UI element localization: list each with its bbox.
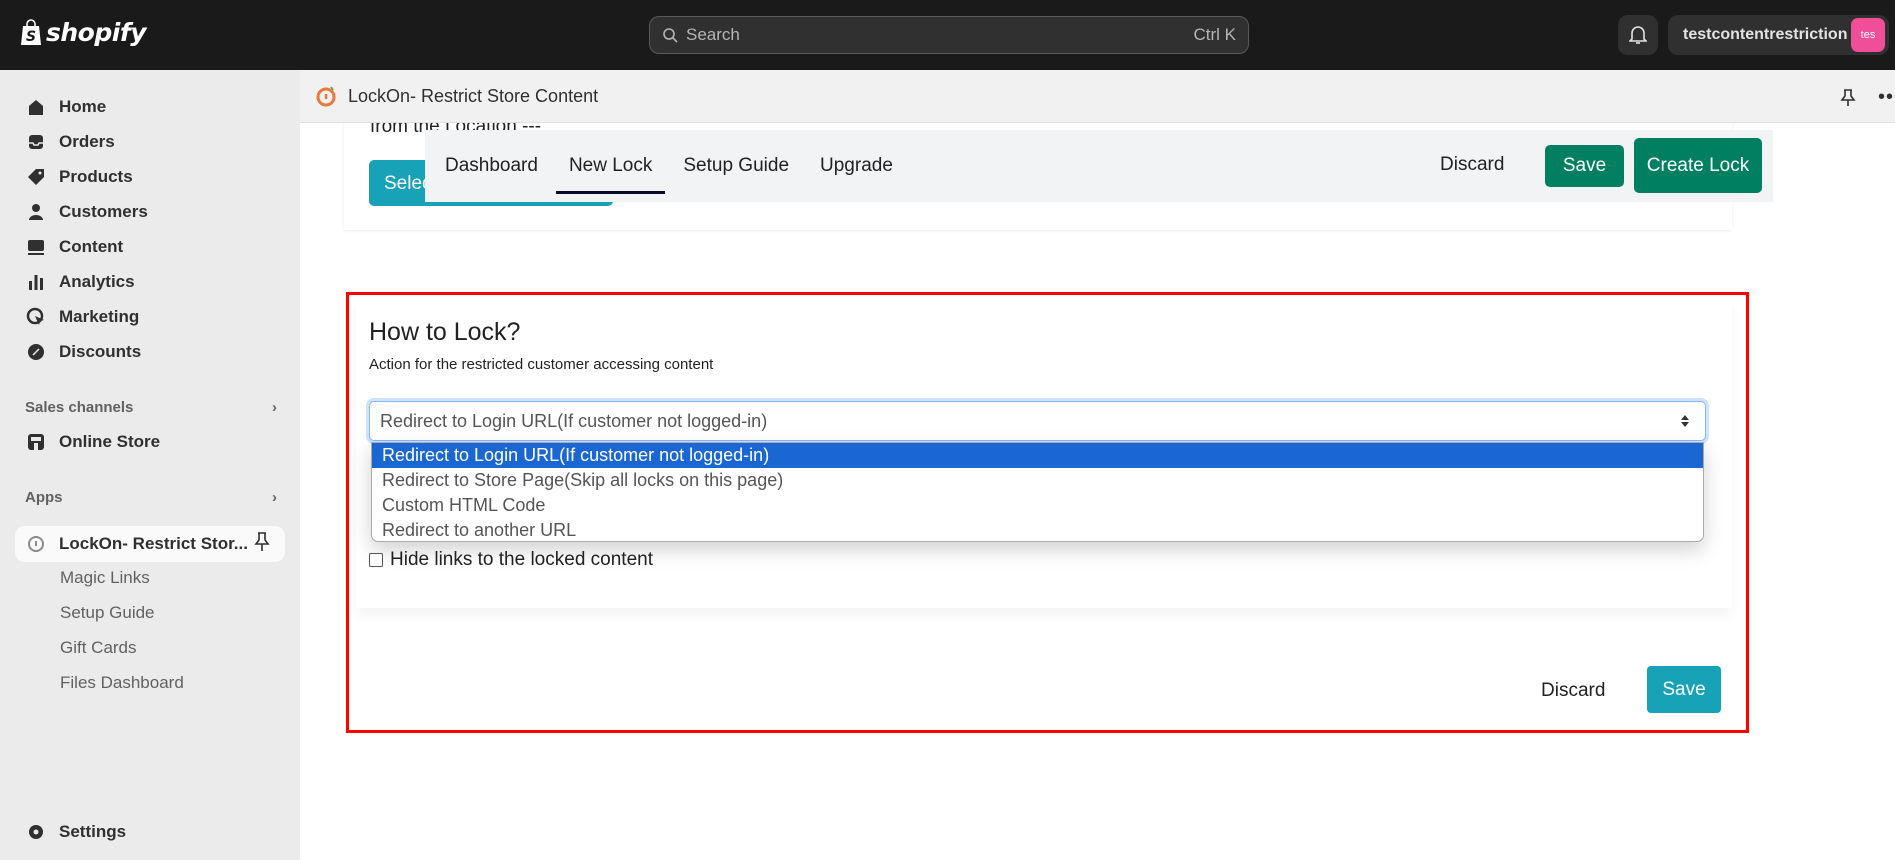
person-icon <box>29 204 43 220</box>
header-actions: ••• <box>1840 86 1895 109</box>
sidebar-item-label: Orders <box>59 132 115 151</box>
search-icon <box>663 28 678 43</box>
sidebar-item-home[interactable]: Home <box>26 92 106 122</box>
sidebar-item-label: Home <box>59 97 107 116</box>
sidebar-subitem-gift-cards[interactable]: Gift Cards <box>60 638 137 658</box>
sidebar-subitem-magic-links[interactable]: Magic Links <box>60 568 150 588</box>
sidebar-item-marketing[interactable]: Marketing <box>26 302 139 332</box>
tag-icon <box>28 169 44 185</box>
target-icon <box>26 307 44 325</box>
sidebar-item-settings[interactable]: Settings <box>26 817 126 847</box>
logo-text: shopify <box>46 18 147 47</box>
inbox-icon <box>29 135 43 149</box>
sidebar-item-customers[interactable]: Customers <box>26 197 148 227</box>
tab-new-lock[interactable]: New Lock <box>555 130 666 202</box>
sidebar-item-label: Customers <box>59 202 148 221</box>
sidebar-item-label: Marketing <box>59 307 140 326</box>
chevron-right-icon: › <box>272 489 277 506</box>
shopping-bag-icon: S <box>21 19 41 45</box>
lockon-app-icon <box>28 536 44 552</box>
sidebar-item-label: Analytics <box>59 272 135 291</box>
sidebar-subitem-files-dashboard[interactable]: Files Dashboard <box>60 673 184 693</box>
sidebar-item-content[interactable]: Content <box>26 232 123 262</box>
tab-upgrade[interactable]: Upgrade <box>820 130 893 202</box>
save-button[interactable]: Save <box>1545 145 1624 187</box>
home-icon <box>29 100 43 115</box>
account-name: testcontentrestriction <box>1683 26 1848 43</box>
search-placeholder: Search <box>686 25 740 44</box>
pin-icon[interactable] <box>1840 88 1856 108</box>
sidebar-item-orders[interactable]: Orders <box>26 127 115 157</box>
bar-chart-icon <box>29 275 43 290</box>
sidebar-item-discounts[interactable]: Discounts <box>26 337 141 367</box>
notifications-button[interactable] <box>1618 15 1658 55</box>
more-options-icon[interactable]: ••• <box>1878 86 1895 109</box>
chevron-right-icon: › <box>272 399 277 416</box>
lockon-logo-icon <box>316 86 336 107</box>
app-title: LockOn- Restrict Store Content <box>348 85 599 106</box>
sidebar-app-label-row[interactable]: LockOn- Restrict Stor... <box>26 529 248 559</box>
sidebar-item-online-store[interactable]: Online Store <box>26 427 160 457</box>
tab-setup-guide[interactable]: Setup Guide <box>683 130 789 202</box>
store-icon <box>28 434 44 450</box>
sidebar-item-label: Online Store <box>59 432 161 451</box>
sidebar-subitem-setup-guide[interactable]: Setup Guide <box>60 603 155 623</box>
pin-icon[interactable] <box>253 531 271 558</box>
discard-button[interactable]: Discard <box>1440 154 1504 176</box>
app-header: LockOn- Restrict Store Content <box>300 70 1895 123</box>
avatar: tes <box>1851 18 1885 52</box>
tab-dashboard[interactable]: Dashboard <box>445 130 538 202</box>
sidebar-item-label: Discounts <box>59 342 142 361</box>
section-label: Apps <box>25 489 63 506</box>
shopify-logo[interactable]: S shopify <box>20 18 147 47</box>
create-lock-button[interactable]: Create Lock <box>1634 138 1762 193</box>
bell-icon <box>1629 26 1647 44</box>
sidebar-item-analytics[interactable]: Analytics <box>26 267 135 297</box>
account-menu-button[interactable]: testcontentrestriction tes <box>1668 15 1889 55</box>
sidebar-item-label: Content <box>59 237 124 256</box>
highlight-box <box>346 292 1749 733</box>
sidebar-item-label: LockOn- Restrict Stor... <box>59 534 248 553</box>
search-shortcut: Ctrl K <box>1193 25 1237 44</box>
search-input[interactable]: Search Ctrl K <box>649 16 1249 54</box>
sidebar-item-label: Settings <box>59 822 127 841</box>
discount-icon <box>28 344 44 360</box>
image-icon <box>28 240 44 255</box>
sales-channels-header[interactable]: Sales channels › <box>25 399 277 416</box>
apps-header[interactable]: Apps › <box>25 489 277 506</box>
section-label: Sales channels <box>25 399 134 416</box>
gear-icon <box>29 825 43 839</box>
sidebar-item-products[interactable]: Products <box>26 162 133 192</box>
sidebar-item-label: Products <box>59 167 133 186</box>
svg-text:S: S <box>26 29 36 45</box>
